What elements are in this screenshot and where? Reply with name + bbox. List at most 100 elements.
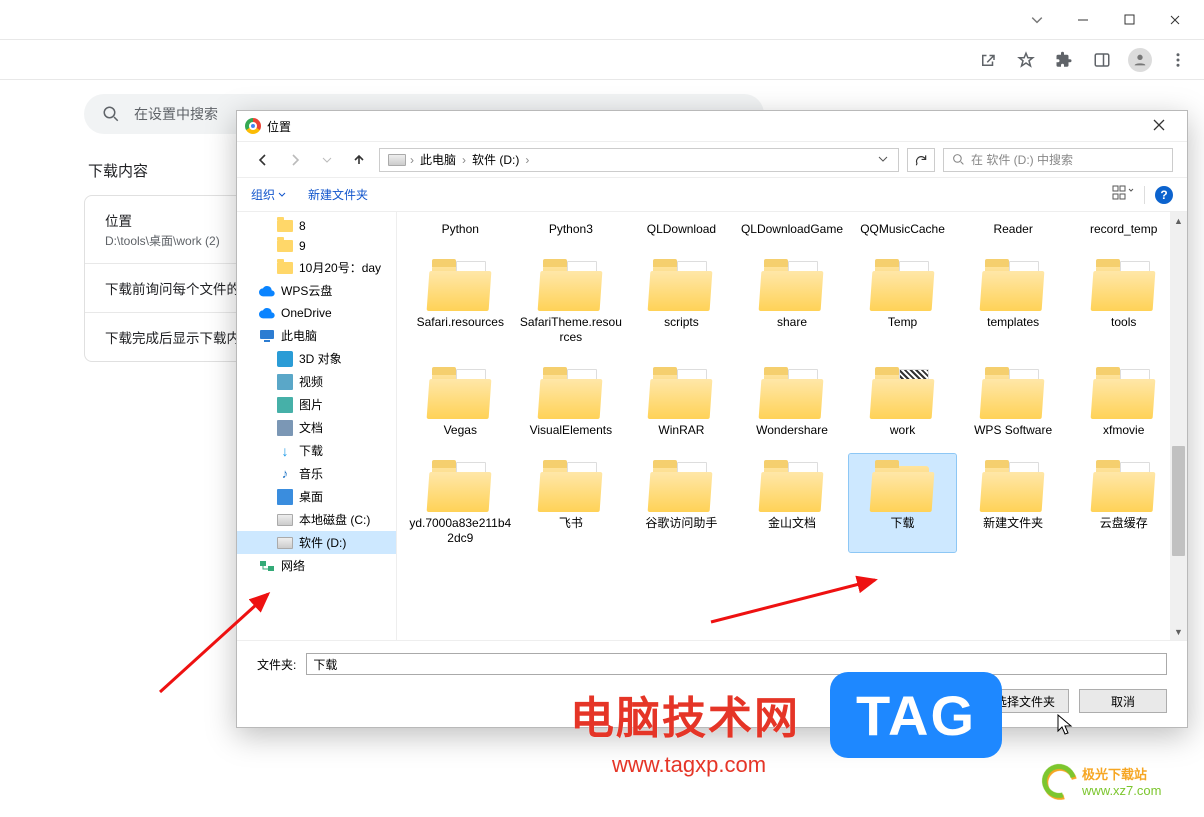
tree-item-label: 桌面 [299,488,323,505]
folder-icon [979,460,1047,512]
folder-icon [869,460,937,512]
folder-item[interactable]: Vegas [407,361,514,444]
folder-item[interactable]: Python3 [518,216,625,243]
refresh-button[interactable] [907,148,935,172]
crumb-this-pc[interactable]: 此电脑 [418,151,458,168]
folder-item[interactable]: Reader [960,216,1067,243]
minimize-button[interactable] [1060,4,1106,36]
folder-icon [869,367,937,419]
maximize-button[interactable] [1106,4,1152,36]
close-button[interactable] [1152,4,1198,36]
dialog-close-button[interactable] [1139,119,1179,134]
menu-icon[interactable] [1166,48,1190,72]
crumb-dropdown[interactable] [872,153,894,167]
tree-item-label: 本地磁盘 (C:) [299,511,370,528]
dialog-toolbar: 组织 新建文件夹 ? [237,177,1187,211]
folder-item[interactable]: 金山文档 [739,454,846,552]
scroll-track[interactable] [1170,229,1187,623]
folder-item[interactable]: 下载 [849,454,956,552]
share-icon[interactable] [976,48,1000,72]
nav-forward-button[interactable] [283,148,307,172]
star-icon[interactable] [1014,48,1038,72]
tree-item[interactable]: 文档 [237,416,396,439]
cancel-button[interactable]: 取消 [1079,689,1167,713]
organize-menu[interactable]: 组织 [251,186,286,203]
tree-item[interactable]: OneDrive [237,302,396,324]
folder-icon [1090,259,1158,311]
folder-item[interactable]: record_temp [1070,216,1177,243]
tree-item[interactable]: 软件 (D:) [237,531,396,554]
folder-item[interactable]: QQMusicCache [849,216,956,243]
folder-item[interactable]: QLDownload [628,216,735,243]
tree-item[interactable]: 此电脑 [237,324,396,347]
tree-item[interactable]: 10月20号：day [237,256,396,279]
tree-item-label: OneDrive [281,306,332,320]
nav-back-button[interactable] [251,148,275,172]
folder-item[interactable]: WinRAR [628,361,735,444]
tree-item[interactable]: 桌面 [237,485,396,508]
tree-item-label: 网络 [281,557,305,574]
folder-icon [1090,460,1158,512]
tree-item[interactable]: 8 [237,216,396,236]
new-folder-button[interactable]: 新建文件夹 [308,186,368,203]
tree-item[interactable]: ↓下载 [237,439,396,462]
folder-item[interactable]: SafariTheme.resources [518,253,625,351]
folder-item[interactable]: Safari.resources [407,253,514,351]
folder-item[interactable]: scripts [628,253,735,351]
folder-item[interactable]: xfmovie [1070,361,1177,444]
scroll-thumb[interactable] [1172,446,1185,556]
tree-item[interactable]: 3D 对象 [237,347,396,370]
folder-item[interactable]: Python [407,216,514,243]
folder-item[interactable]: work [849,361,956,444]
sidepanel-icon[interactable] [1090,48,1114,72]
tree-item[interactable]: 本地磁盘 (C:) [237,508,396,531]
help-icon[interactable]: ? [1155,186,1173,204]
folder-item[interactable]: yd.7000a83e211b42dc9 [407,454,514,552]
chevron-down-icon[interactable] [1014,4,1060,36]
settings-search-placeholder: 在设置中搜索 [134,104,218,124]
scroll-up-button[interactable]: ▲ [1170,212,1187,229]
tree-item[interactable]: WPS云盘 [237,279,396,302]
folder-item[interactable]: QLDownloadGame [739,216,846,243]
nav-up-button[interactable] [347,148,371,172]
folder-item[interactable]: 云盘缓存 [1070,454,1177,552]
foldername-input[interactable] [306,653,1167,675]
folder-item[interactable]: Wondershare [739,361,846,444]
dialog-title: 位置 [267,118,291,135]
extensions-icon[interactable] [1052,48,1076,72]
folder-item[interactable]: Temp [849,253,956,351]
folder-name: 飞书 [559,516,583,531]
dialog-search[interactable]: 在 软件 (D:) 中搜索 [943,148,1173,172]
breadcrumb[interactable]: › 此电脑 › 软件 (D:) › [379,148,899,172]
chrome-icon [245,118,261,134]
folder-item[interactable]: 谷歌访问助手 [628,454,735,552]
folder-name: QQMusicCache [860,222,945,237]
scrollbar[interactable]: ▲ ▼ [1170,212,1187,640]
tree-item-label: 软件 (D:) [299,534,346,551]
folder-item[interactable]: share [739,253,846,351]
nav-tree[interactable]: 8910月20号：dayWPS云盘 OneDrive 此电脑3D 对象视频图片文档↓… [237,212,397,640]
tree-item[interactable]: 9 [237,236,396,256]
folder-icon [426,460,494,512]
profile-avatar[interactable] [1128,48,1152,72]
folder-grid[interactable]: PythonPython3QLDownloadQLDownloadGame QQM… [397,212,1187,640]
folder-item[interactable]: tools [1070,253,1177,351]
select-folder-button[interactable]: 选择文件夹 [981,689,1069,713]
folder-item[interactable]: VisualElements [518,361,625,444]
tree-item[interactable]: 网络 [237,554,396,577]
folder-name: Wondershare [756,423,828,438]
folder-item[interactable]: 飞书 [518,454,625,552]
folder-name: templates [987,315,1039,330]
folder-item[interactable]: 新建文件夹 [960,454,1067,552]
folder-item[interactable]: templates [960,253,1067,351]
tree-item[interactable]: 视频 [237,370,396,393]
folder-item[interactable]: WPS Software [960,361,1067,444]
dl-site-url: www.xz7.com [1082,783,1161,798]
folder-icon [537,460,605,512]
view-mode-button[interactable] [1112,185,1134,204]
scroll-down-button[interactable]: ▼ [1170,623,1187,640]
tree-item[interactable]: 图片 [237,393,396,416]
tree-item[interactable]: ♪音乐 [237,462,396,485]
crumb-drive[interactable]: 软件 (D:) [470,151,521,168]
nav-recent-dropdown[interactable] [315,148,339,172]
